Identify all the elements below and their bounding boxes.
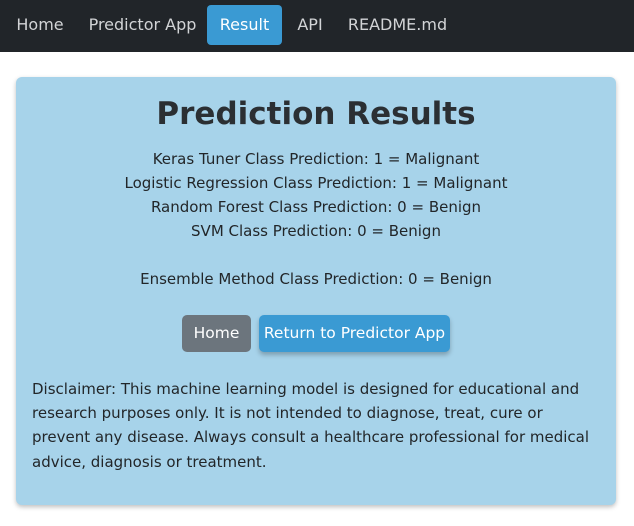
return-to-predictor-button[interactable]: Return to Predictor App xyxy=(259,315,450,352)
nav-api-link[interactable]: API xyxy=(290,5,330,45)
nav-result-link[interactable]: Result xyxy=(207,5,282,45)
page-title: Prediction Results xyxy=(156,96,476,132)
disclaimer-text: Disclaimer: This machine learning model … xyxy=(32,380,590,471)
prediction-svm: SVM Class Prediction: 0 = Benign xyxy=(191,222,441,240)
home-button[interactable]: Home xyxy=(182,315,251,352)
prediction-random-forest: Random Forest Class Prediction: 0 = Beni… xyxy=(150,198,482,216)
prediction-keras-tuner: Keras Tuner Class Prediction: 1 = Malign… xyxy=(152,150,480,168)
nav-readme-link[interactable]: README.md xyxy=(344,5,451,45)
prediction-ensemble: Ensemble Method Class Prediction: 0 = Be… xyxy=(140,270,492,288)
prediction-logistic-regression: Logistic Regression Class Prediction: 1 … xyxy=(124,174,508,192)
top-navbar: Home Predictor App Result API README.md xyxy=(0,0,634,52)
nav-home-link[interactable]: Home xyxy=(9,5,71,45)
results-card: Prediction Results Keras Tuner Class Pre… xyxy=(16,77,616,505)
nav-predictor-app-link[interactable]: Predictor App xyxy=(83,5,202,45)
